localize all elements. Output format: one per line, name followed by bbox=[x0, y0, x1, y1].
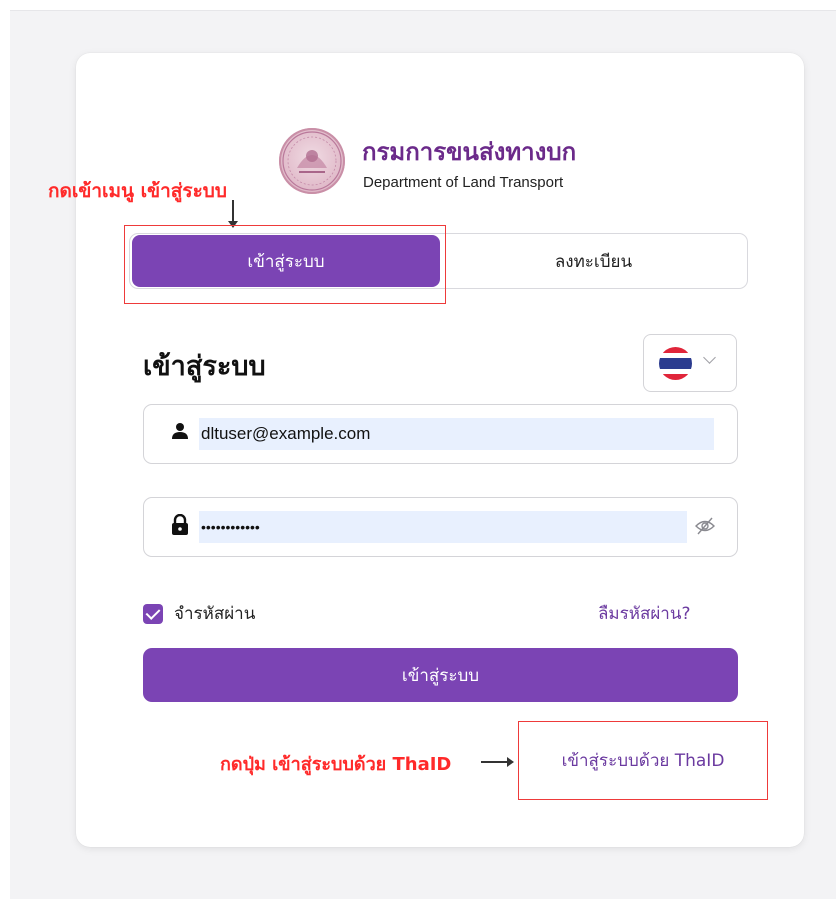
chevron-down-icon bbox=[703, 351, 716, 364]
annotation-arrow-down-icon bbox=[228, 200, 238, 228]
dlt-seal-icon bbox=[279, 128, 345, 194]
email-field[interactable] bbox=[143, 404, 738, 464]
password-field[interactable] bbox=[143, 497, 738, 557]
agency-title: กรมการขนส่งทางบก bbox=[362, 138, 577, 166]
remember-checkbox[interactable] bbox=[143, 603, 163, 624]
remember-me[interactable]: จำรหัสผ่าน bbox=[143, 600, 255, 627]
user-icon bbox=[171, 422, 189, 444]
email-input[interactable] bbox=[199, 418, 714, 450]
thai-flag-icon bbox=[659, 347, 692, 380]
annotation-arrow-right-icon bbox=[481, 757, 514, 767]
section-title: เข้าสู่ระบบ bbox=[143, 351, 266, 382]
annotation-menu-hint: กดเข้าเมนู เข้าสู่ระบบ bbox=[48, 180, 227, 202]
tab-register[interactable]: ลงทะเบียน bbox=[442, 235, 745, 287]
login-submit-button[interactable]: เข้าสู่ระบบ bbox=[143, 648, 738, 702]
eye-off-icon[interactable] bbox=[695, 517, 715, 539]
forgot-password-link[interactable]: ลืมรหัสผ่าน? bbox=[598, 600, 691, 627]
remember-label: จำรหัสผ่าน bbox=[174, 604, 256, 624]
annotation-highlight-thaid bbox=[518, 721, 768, 800]
language-select[interactable] bbox=[643, 334, 737, 392]
annotation-thaid-hint: กดปุ่ม เข้าสู่ระบบด้วย ThaID bbox=[220, 754, 452, 775]
annotation-highlight-login-tab bbox=[124, 225, 446, 304]
password-input[interactable] bbox=[199, 511, 687, 543]
agency-subtitle: Department of Land Transport bbox=[363, 174, 564, 191]
lock-icon bbox=[171, 513, 189, 540]
